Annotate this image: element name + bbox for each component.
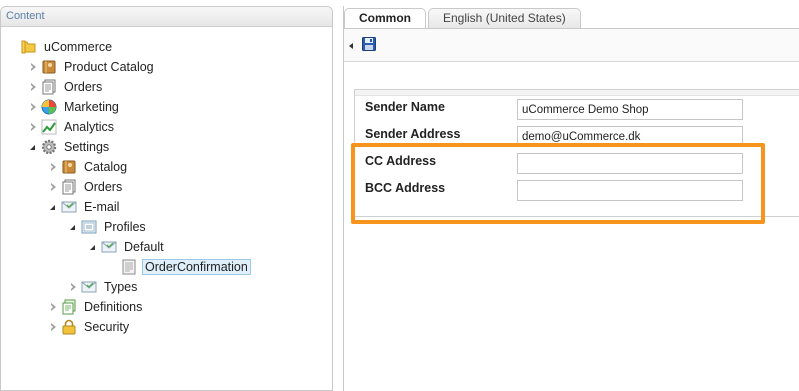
tab-strip: Common English (United States) — [344, 8, 583, 29]
tree-node-product-catalog[interactable]: Product Catalog — [27, 57, 156, 77]
tree-node-label[interactable]: uCommerce — [42, 39, 114, 55]
tree-node-e-mail[interactable]: E-mail — [47, 197, 121, 217]
collapsed-arrow-icon[interactable] — [27, 82, 37, 92]
collapsed-arrow-icon[interactable] — [47, 162, 57, 172]
tree-node-label[interactable]: Default — [122, 239, 166, 255]
save-disk-icon[interactable] — [362, 37, 376, 51]
orders-icon — [61, 179, 77, 195]
email-icon — [101, 239, 117, 255]
sender-address-input[interactable] — [517, 126, 743, 147]
tree-node-label[interactable]: Orders — [62, 79, 104, 95]
tree-node-label[interactable]: OrderConfirmation — [142, 259, 251, 275]
collapsed-arrow-icon[interactable] — [47, 322, 57, 332]
bcc-address-label: BCC Address — [365, 181, 446, 195]
content-panel: Content uCommerce Product Catalog Orders Ma… — [0, 6, 333, 391]
tree-node-label[interactable]: Marketing — [62, 99, 121, 115]
back-arrow-icon[interactable] — [349, 43, 353, 49]
tree-node-catalog[interactable]: Catalog — [47, 157, 129, 177]
tree-node-ucommerce[interactable]: uCommerce — [21, 37, 114, 57]
analytics-chart-icon — [41, 119, 57, 135]
sender-address-label: Sender Address — [365, 127, 461, 141]
collapsed-arrow-icon[interactable] — [27, 122, 37, 132]
tree-node-label[interactable]: Catalog — [82, 159, 129, 175]
tree-node-types[interactable]: Types — [67, 277, 139, 297]
tree-node-label[interactable]: Product Catalog — [62, 59, 156, 75]
folder-icon — [21, 39, 37, 55]
tab-english-united-states[interactable]: English (United States) — [428, 8, 581, 28]
content-panel-title: Content — [1, 7, 332, 27]
document-icon — [121, 259, 137, 275]
catalog-icon — [41, 59, 57, 75]
tree-node-definitions[interactable]: Definitions — [47, 297, 144, 317]
lock-icon — [61, 319, 77, 335]
definitions-icon — [61, 299, 77, 315]
bcc-address-input[interactable] — [517, 180, 743, 201]
email-icon — [61, 199, 77, 215]
sender-name-label: Sender Name — [365, 100, 445, 114]
cc-address-label: CC Address — [365, 154, 437, 168]
catalog-icon — [61, 159, 77, 175]
profiles-icon — [81, 219, 97, 235]
tree-node-label[interactable]: Security — [82, 319, 131, 335]
tree-node-label[interactable]: Orders — [82, 179, 124, 195]
tree-node-label[interactable]: Profiles — [102, 219, 148, 235]
expanded-arrow-icon[interactable] — [47, 202, 57, 212]
collapsed-arrow-icon[interactable] — [27, 102, 37, 112]
expanded-arrow-icon[interactable] — [87, 242, 97, 252]
tree-node-analytics[interactable]: Analytics — [27, 117, 116, 137]
tree-node-marketing[interactable]: Marketing — [27, 97, 121, 117]
tree-node-orderconfirmation[interactable]: OrderConfirmation — [107, 257, 251, 277]
collapsed-arrow-icon[interactable] — [67, 282, 77, 292]
tree-node-label[interactable]: Definitions — [82, 299, 144, 315]
tree-node-label[interactable]: E-mail — [82, 199, 121, 215]
tree-node-label[interactable]: Types — [102, 279, 139, 295]
editor-toolbar — [344, 28, 799, 62]
form-header-strip — [355, 90, 799, 96]
email-icon — [81, 279, 97, 295]
sender-name-input[interactable] — [517, 99, 743, 120]
tree-node-default[interactable]: Default — [87, 237, 166, 257]
tab-common[interactable]: Common — [344, 8, 426, 29]
tree-node-orders[interactable]: Orders — [47, 177, 124, 197]
marketing-globe-icon — [41, 99, 57, 115]
tree-node-profiles[interactable]: Profiles — [67, 217, 148, 237]
collapsed-arrow-icon[interactable] — [47, 302, 57, 312]
tree-node-label[interactable]: Analytics — [62, 119, 116, 135]
collapsed-arrow-icon[interactable] — [27, 62, 37, 72]
expanded-arrow-icon[interactable] — [27, 142, 37, 152]
tree-node-label[interactable]: Settings — [62, 139, 111, 155]
tree-node-security[interactable]: Security — [47, 317, 131, 337]
email-settings-form: Sender Name Sender Address CC Address BC… — [354, 89, 799, 217]
collapsed-arrow-icon[interactable] — [47, 182, 57, 192]
expanded-arrow-icon[interactable] — [67, 222, 77, 232]
orders-icon — [41, 79, 57, 95]
tree-node-settings[interactable]: Settings — [27, 137, 111, 157]
cc-address-input[interactable] — [517, 153, 743, 174]
tree-node-orders[interactable]: Orders — [27, 77, 104, 97]
settings-gear-icon — [41, 139, 57, 155]
